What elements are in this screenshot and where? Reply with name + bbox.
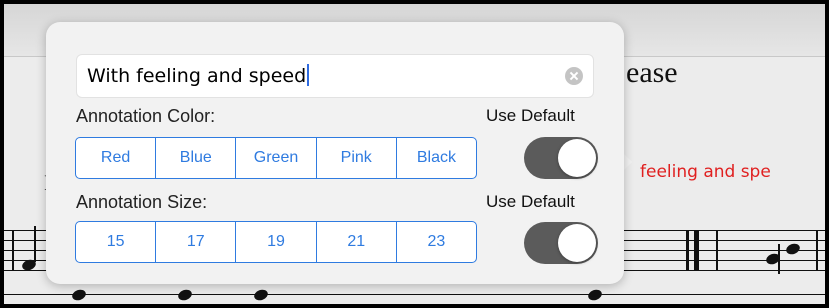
barline [12,230,14,271]
annotation-size-selector[interactable]: 15 17 19 21 23 [75,221,477,263]
note-head [176,287,194,303]
color-option-black[interactable]: Black [397,138,476,178]
annotation-text-field[interactable]: With feeling and speed [76,54,594,98]
color-use-default-label: Use Default [486,106,575,125]
size-option-23[interactable]: 23 [397,222,476,262]
note-stem [778,244,780,274]
note-stem [34,226,36,262]
annotation-color-selector[interactable]: Red Blue Green Pink Black [75,137,477,179]
barline [816,230,818,271]
note-head [252,287,270,303]
color-option-pink[interactable]: Pink [317,138,397,178]
size-use-default-toggle[interactable] [524,222,598,264]
size-option-17[interactable]: 17 [156,222,237,262]
size-option-15[interactable]: 15 [76,222,157,262]
barline [686,230,689,271]
color-option-blue[interactable]: Blue [156,138,237,178]
color-use-default-toggle[interactable] [524,137,598,179]
annotation-color-label: Annotation Color: [76,106,216,126]
staff-line [4,294,825,295]
note-head [586,287,604,303]
color-option-red[interactable]: Red [76,138,157,178]
clear-text-icon[interactable] [565,67,583,85]
annotation-size-label: Annotation Size: [76,192,208,212]
size-option-19[interactable]: 19 [236,222,317,262]
annotation-popover: With feeling and speed Annotation Color:… [46,22,624,284]
score-title: ease [626,56,678,89]
size-use-default-label: Use Default [486,192,575,211]
note-head [784,241,802,257]
size-option-21[interactable]: 21 [317,222,397,262]
toggle-knob [558,224,596,262]
toggle-knob [558,139,596,177]
color-option-green[interactable]: Green [236,138,317,178]
note-head [70,287,88,303]
annotation-text-value[interactable]: With feeling and speed [87,64,310,87]
annotation-preview[interactable]: feeling and spe [640,162,771,182]
barline [694,230,699,271]
barline [716,230,718,271]
text-cursor [307,64,310,86]
